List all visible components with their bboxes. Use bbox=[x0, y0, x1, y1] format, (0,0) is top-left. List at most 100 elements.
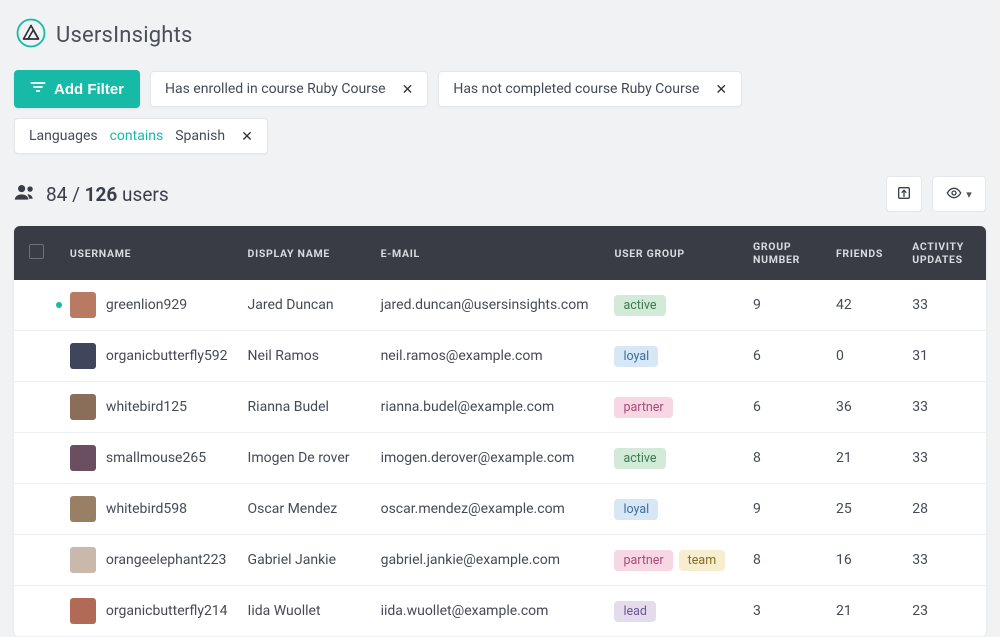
avatar bbox=[70, 496, 96, 522]
friends-count: 25 bbox=[836, 501, 852, 517]
table-row[interactable]: orangeelephant223Gabriel Jankiegabriel.j… bbox=[14, 535, 986, 586]
username: greenlion929 bbox=[106, 297, 187, 313]
filter-chip-remove[interactable]: ✕ bbox=[711, 82, 731, 96]
filter-chip-text: Has not completed course Ruby Course bbox=[453, 81, 699, 97]
filter-chip-remove[interactable]: ✕ bbox=[398, 82, 418, 96]
eye-icon bbox=[946, 185, 962, 204]
filter-chip[interactable]: Has enrolled in course Ruby Course✕ bbox=[150, 71, 428, 107]
col-display-name[interactable]: Display Name bbox=[238, 226, 371, 280]
email: neil.ramos@example.com bbox=[381, 348, 543, 364]
tag-active: active bbox=[614, 295, 665, 316]
add-filter-button[interactable]: Add Filter bbox=[14, 70, 140, 108]
user-group-tags: active bbox=[614, 295, 733, 316]
username: smallmouse265 bbox=[106, 450, 206, 466]
col-username[interactable]: Username bbox=[60, 226, 238, 280]
avatar bbox=[70, 445, 96, 471]
username: whitebird598 bbox=[106, 501, 187, 517]
user-group-tags: loyal bbox=[614, 346, 733, 367]
friends-count: 0 bbox=[836, 348, 844, 364]
group-number: 6 bbox=[753, 399, 761, 415]
email: rianna.budel@example.com bbox=[381, 399, 555, 415]
export-button[interactable] bbox=[886, 176, 922, 212]
table-toolbar: ▾ bbox=[886, 176, 986, 212]
user-count-summary: 84 / 126 users bbox=[14, 183, 169, 206]
group-number: 3 bbox=[753, 603, 761, 619]
filter-chip[interactable]: Has not completed course Ruby Course ✕ bbox=[438, 71, 742, 107]
export-icon bbox=[896, 185, 912, 204]
display-name: Iida Wuollet bbox=[248, 603, 321, 619]
group-number: 9 bbox=[753, 501, 761, 517]
users-table: Username Display Name E-mail User Group … bbox=[14, 226, 986, 637]
filter-chip-operator: contains bbox=[110, 128, 164, 144]
filter-chip-remove[interactable]: ✕ bbox=[237, 129, 257, 143]
tag-loyal: loyal bbox=[614, 346, 658, 367]
user-group-tags: partner bbox=[614, 397, 733, 418]
display-name: Imogen De rover bbox=[248, 450, 350, 466]
col-friends[interactable]: Friends bbox=[826, 226, 902, 280]
brand-name: UsersInsights bbox=[56, 23, 193, 48]
email: oscar.mendez@example.com bbox=[381, 501, 565, 517]
tag-partner: partner bbox=[614, 550, 672, 571]
logo-icon bbox=[16, 18, 46, 52]
table-row[interactable]: whitebird598 Oscar Mendez oscar.mendez@exa… bbox=[14, 484, 986, 535]
avatar bbox=[70, 394, 96, 420]
columns-visibility-button[interactable]: ▾ bbox=[932, 176, 986, 212]
activity-updates: 33 bbox=[912, 297, 928, 313]
display-name: Oscar Mendez bbox=[248, 501, 338, 517]
group-number: 6 bbox=[753, 348, 761, 364]
avatar bbox=[70, 343, 96, 369]
username: organicbutterfly592 bbox=[106, 348, 228, 364]
users-icon bbox=[14, 183, 36, 206]
tag-loyal: loyal bbox=[614, 499, 658, 520]
avatar bbox=[70, 598, 96, 624]
friends-count: 36 bbox=[836, 399, 852, 415]
table-row[interactable]: organicbutterfly214 Iida Wuollet iida.wuol… bbox=[14, 586, 986, 637]
col-user-group[interactable]: User Group bbox=[604, 226, 743, 280]
email: imogen.derover@example.com bbox=[381, 450, 575, 466]
activity-updates: 23 bbox=[912, 603, 928, 619]
email: gabriel.jankie@example.com bbox=[381, 552, 560, 568]
user-group-tags: active bbox=[614, 448, 733, 469]
filter-chip[interactable]: Languages contains Spanish✕ bbox=[14, 118, 268, 154]
email: iida.wuollet@example.com bbox=[381, 603, 549, 619]
filter-icon bbox=[30, 80, 46, 98]
group-number: 9 bbox=[753, 297, 761, 313]
display-name: Jared Duncan bbox=[248, 297, 334, 313]
col-email[interactable]: E-mail bbox=[371, 226, 605, 280]
filter-chip-value: Spanish bbox=[175, 128, 225, 144]
tag-partner: partner bbox=[614, 397, 672, 418]
activity-updates: 33 bbox=[912, 399, 928, 415]
display-name: Neil Ramos bbox=[248, 348, 319, 364]
online-indicator bbox=[56, 302, 62, 308]
group-number: 8 bbox=[753, 450, 761, 466]
select-all-checkbox[interactable] bbox=[29, 244, 44, 259]
avatar bbox=[70, 292, 96, 318]
activity-updates: 28 bbox=[912, 501, 928, 517]
display-name: Gabriel Jankie bbox=[248, 552, 336, 568]
friends-count: 21 bbox=[836, 603, 852, 619]
username: whitebird125 bbox=[106, 399, 187, 415]
activity-updates: 31 bbox=[912, 348, 928, 364]
count-shown: 84 bbox=[46, 183, 67, 206]
username: organicbutterfly214 bbox=[106, 603, 228, 619]
friends-count: 42 bbox=[836, 297, 852, 313]
filter-bar: Add Filter Has enrolled in course Ruby C… bbox=[14, 70, 986, 154]
col-activity[interactable]: Activity Updates bbox=[902, 226, 986, 280]
avatar bbox=[70, 547, 96, 573]
col-group-number[interactable]: Group Number bbox=[743, 226, 826, 280]
table-row[interactable]: whitebird125Rianna Budelrianna.budel@exa… bbox=[14, 382, 986, 433]
user-group-tags: partner team bbox=[614, 550, 733, 571]
tag-team: team bbox=[679, 550, 725, 571]
activity-updates: 33 bbox=[912, 552, 928, 568]
table-row[interactable]: smallmouse265 Imogen De rover imogen.derov… bbox=[14, 433, 986, 484]
count-total: 126 bbox=[85, 183, 118, 206]
table-row[interactable]: greenlion929 Jared Duncan jared.duncan@use… bbox=[14, 280, 986, 331]
email: jared.duncan@usersinsights.com bbox=[381, 297, 589, 313]
table-row[interactable]: organicbutterfly592 Neil Ramos neil.ramos@… bbox=[14, 331, 986, 382]
friends-count: 21 bbox=[836, 450, 852, 466]
tag-active: active bbox=[614, 448, 665, 469]
user-group-tags: lead bbox=[614, 601, 733, 622]
friends-count: 16 bbox=[836, 552, 852, 568]
user-group-tags: loyal bbox=[614, 499, 733, 520]
activity-updates: 33 bbox=[912, 450, 928, 466]
